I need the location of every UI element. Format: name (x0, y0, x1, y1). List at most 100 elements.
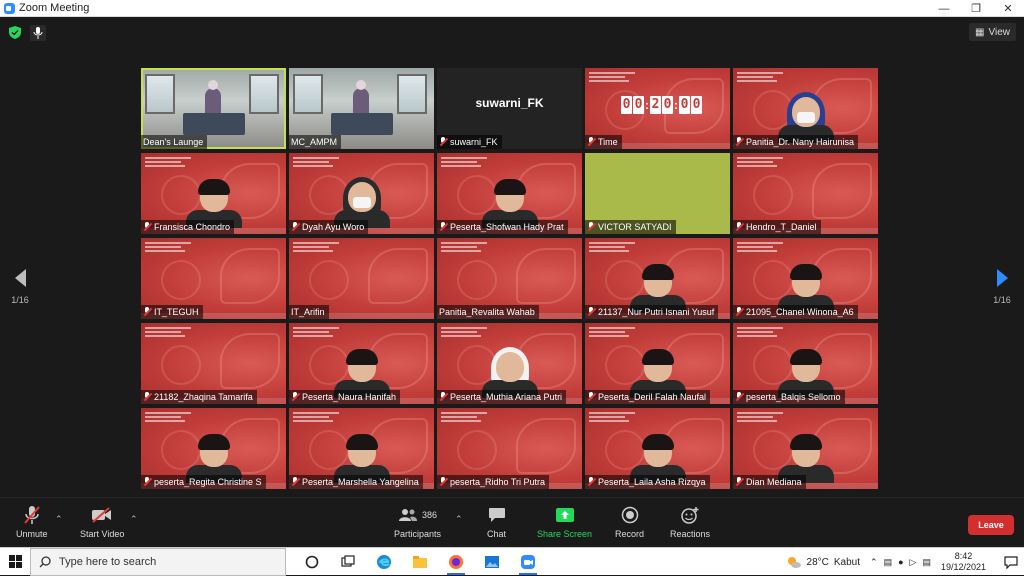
record-button[interactable]: Record (615, 504, 644, 539)
mic-muted-icon (735, 477, 743, 487)
network-icon[interactable]: ▤ (884, 557, 893, 568)
edge-icon[interactable] (366, 548, 402, 576)
participants-icon-row: 386 (398, 504, 437, 526)
task-view-icon[interactable] (330, 548, 366, 576)
view-button[interactable]: ▦ View (969, 23, 1016, 41)
participant-nameplate: peserta_Ridho Tri Putra (437, 475, 550, 489)
participant-tile[interactable]: MC_AMPM (289, 68, 434, 149)
restore-icon[interactable]: ❐ (960, 0, 992, 17)
weather-widget[interactable]: 28°C Kabut (786, 555, 860, 569)
participant-tile[interactable]: peserta_Ridho Tri Putra (437, 408, 582, 489)
participant-tile[interactable]: 21137_Nur Putri Isnani Yusuf (585, 238, 730, 319)
participant-nameplate: 21095_Chanel Winona_A6 (733, 305, 858, 319)
participant-name: peserta_Balqis Sellomo (746, 392, 841, 402)
mic-muted-icon (291, 392, 299, 402)
participant-tile[interactable]: Peserta_Deril Falah Naufal (585, 323, 730, 404)
participant-tile[interactable]: Hendro_T_Daniel (733, 153, 878, 234)
participant-tile[interactable]: Peserta_Laila Asha Rizqya (585, 408, 730, 489)
participant-nameplate: 21182_Zhaqina Tamarifa (141, 390, 257, 404)
meeting-toolbar: Unmute ⌃ Start Video ⌃ 386 Participants … (0, 497, 1024, 547)
timer-digit: 0 (679, 96, 690, 114)
participant-name: Panitia_Dr. Nany Hairunisa (746, 137, 855, 147)
participant-name: IT_TEGUH (154, 307, 199, 317)
reactions-label: Reactions (670, 529, 711, 539)
participants-button[interactable]: 386 Participants (394, 504, 441, 539)
record-icon (621, 504, 639, 526)
participant-tile[interactable]: Peserta_Muthia Ariana Putri (437, 323, 582, 404)
chat-button[interactable]: Chat (487, 504, 506, 539)
share-screen-label: Share Screen (537, 529, 593, 539)
participant-tile[interactable]: Peserta_Naura Hanifah (289, 323, 434, 404)
participant-tile[interactable]: 0 0:2 0:0 0 Time (585, 68, 730, 149)
participant-tile[interactable]: Panitia_Dr. Nany Hairunisa (733, 68, 878, 149)
countdown-timer: 00:20:00 (621, 96, 702, 114)
participant-tile[interactable]: IT_Arifin (289, 238, 434, 319)
participant-tile[interactable]: VICTOR SATYADI (585, 153, 730, 234)
taskbar-search[interactable]: Type here to search (30, 547, 286, 576)
participant-tile[interactable]: peserta_Regita Christine S (141, 408, 286, 489)
participant-tile[interactable]: Panitia_Revalita Wahab (437, 238, 582, 319)
microphone-icon[interactable]: ● (898, 557, 903, 568)
participant-name: Hendro_T_Daniel (746, 222, 817, 232)
mic-muted-icon (735, 137, 743, 147)
share-screen-button[interactable]: Share Screen (537, 504, 592, 539)
start-video-button[interactable]: Start Video (80, 504, 124, 539)
notification-center-icon[interactable] (998, 555, 1024, 569)
reactions-button[interactable]: Reactions (670, 504, 710, 539)
mic-muted-icon (735, 392, 743, 402)
encryption-shield-icon[interactable] (8, 25, 22, 39)
file-explorer-icon[interactable] (402, 548, 438, 576)
participant-tile[interactable]: peserta_Balqis Sellomo (733, 323, 878, 404)
firefox-icon[interactable] (438, 548, 474, 576)
participant-nameplate: IT_TEGUH (141, 305, 203, 319)
photos-icon[interactable] (474, 548, 510, 576)
participant-tile[interactable]: suwarni_FK suwarni_FK (437, 68, 582, 149)
mic-muted-icon (143, 392, 151, 402)
participants-options-caret-icon[interactable]: ⌃ (455, 514, 463, 525)
start-button[interactable] (0, 548, 30, 576)
mic-muted-icon (587, 307, 595, 317)
chevron-up-icon[interactable]: ⌃ (870, 557, 878, 568)
participant-tile[interactable]: Dean's Launge (141, 68, 286, 149)
participant-tile[interactable]: Dyah Ayu Woro (289, 153, 434, 234)
mic-muted-icon (143, 307, 151, 317)
share-screen-icon (555, 504, 575, 526)
participant-nameplate: Peserta_Marshella Yangelina (289, 475, 423, 489)
participant-nameplate: peserta_Balqis Sellomo (733, 390, 845, 404)
participant-nameplate: Panitia_Dr. Nany Hairunisa (733, 135, 859, 149)
participant-tile[interactable]: 21182_Zhaqina Tamarifa (141, 323, 286, 404)
speaker-icon[interactable]: ▷ (910, 557, 917, 568)
video-options-caret-icon[interactable]: ⌃ (130, 514, 138, 525)
timer-digit: 0 (621, 96, 632, 114)
timer-digit: 0 (691, 96, 702, 114)
audio-status-icon[interactable] (30, 25, 46, 41)
participants-count: 386 (422, 510, 438, 520)
close-icon[interactable]: ✕ (992, 0, 1024, 17)
cortana-icon[interactable] (294, 548, 330, 576)
participant-nameplate: Peserta_Muthia Ariana Putri (437, 390, 567, 404)
participant-tile[interactable]: IT_TEGUH (141, 238, 286, 319)
taskbar-clock[interactable]: 8:42 19/12/2021 (941, 551, 986, 573)
participant-nameplate: Peserta_Laila Asha Rizqya (585, 475, 710, 489)
participant-nameplate: VICTOR SATYADI (585, 220, 676, 234)
participant-tile[interactable]: Fransisca Chondro (141, 153, 286, 234)
participant-name: IT_Arifin (291, 307, 325, 317)
minimize-icon[interactable]: — (928, 0, 960, 17)
video-off-icon (91, 504, 113, 526)
participant-tile[interactable]: Dian Mediana (733, 408, 878, 489)
participant-name: 21137_Nur Putri Isnani Yusuf (598, 307, 715, 317)
input-language-icon[interactable]: ▤ (922, 557, 931, 568)
mic-muted-icon (587, 392, 595, 402)
zoom-icon[interactable] (510, 548, 546, 576)
participant-tile[interactable]: Peserta_Marshella Yangelina (289, 408, 434, 489)
leave-button[interactable]: Leave (968, 515, 1014, 535)
participant-nameplate: peserta_Regita Christine S (141, 475, 266, 489)
participant-tile[interactable]: Peserta_Shofwan Hady Prat (437, 153, 582, 234)
chat-icon (488, 504, 506, 526)
next-page-button[interactable]: 1/16 (992, 269, 1012, 309)
participant-tile[interactable]: 21095_Chanel Winona_A6 (733, 238, 878, 319)
unmute-button[interactable]: Unmute (16, 504, 48, 539)
audio-options-caret-icon[interactable]: ⌃ (55, 514, 63, 525)
timer-digit: 0 (633, 96, 644, 114)
previous-page-button[interactable]: 1/16 (10, 269, 30, 309)
